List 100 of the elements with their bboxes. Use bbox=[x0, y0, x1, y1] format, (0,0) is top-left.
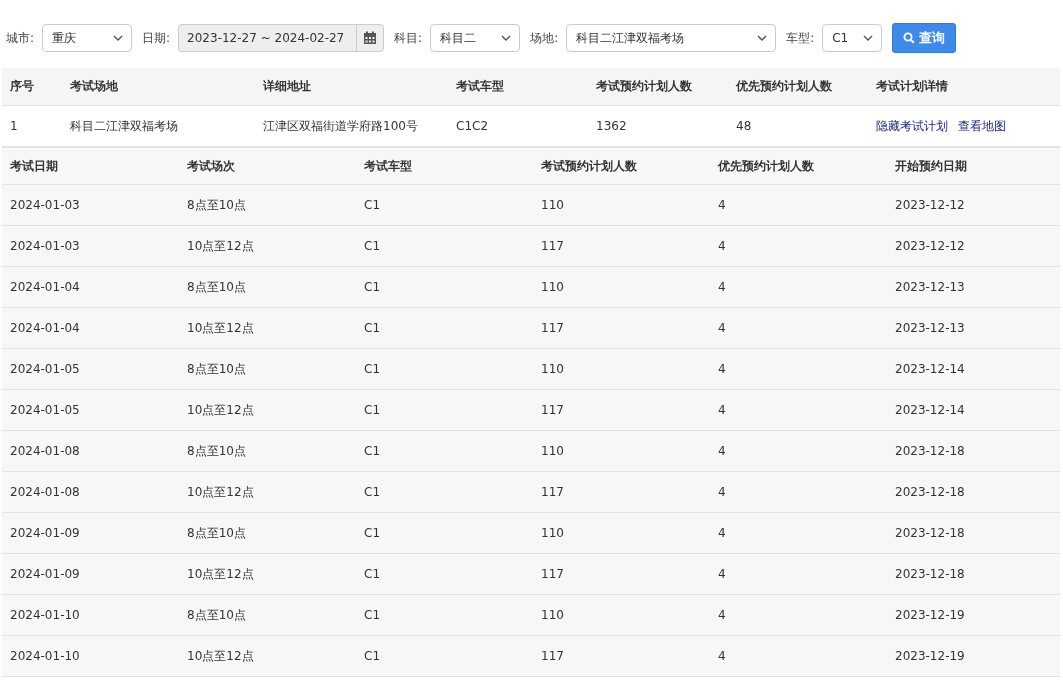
table-cell-text: 1 bbox=[9, 119, 19, 133]
table-cell-text: 117 bbox=[540, 321, 565, 335]
column-header: 序号 bbox=[9, 78, 35, 95]
table-link[interactable]: 隐藏考试计划 bbox=[876, 117, 948, 135]
table-cell-text: C1 bbox=[363, 649, 381, 663]
table-cell-text: 110 bbox=[540, 608, 565, 622]
column-header: 考试车型 bbox=[363, 157, 413, 175]
filter-label: 场地: bbox=[530, 29, 559, 47]
table-cell-text: 2023-12-18 bbox=[894, 444, 966, 458]
table-cell-text: 2024-01-09 bbox=[9, 567, 81, 581]
table-cell-text: 10点至12点 bbox=[186, 401, 255, 419]
table-cell-text: 2024-01-05 bbox=[9, 362, 81, 376]
table-cell-text: C1 bbox=[363, 485, 381, 499]
table-link[interactable]: 查看地图 bbox=[958, 117, 1006, 135]
column-header: 优先预约计划人数 bbox=[734, 78, 833, 95]
table-cell-text: C1 bbox=[363, 280, 381, 294]
table-cell-text: 4 bbox=[717, 485, 727, 499]
table-cell-text: 2023-12-12 bbox=[894, 198, 966, 212]
table-cell-text: 2023-12-19 bbox=[894, 649, 966, 663]
table-cell-text: 8点至10点 bbox=[186, 278, 247, 296]
table-cell-text: 8点至10点 bbox=[186, 196, 247, 214]
table-cell-text: 8点至10点 bbox=[186, 606, 247, 624]
table-cell-text: 117 bbox=[540, 485, 565, 499]
table-cell-text: 2024-01-10 bbox=[9, 608, 81, 622]
table-cell-text: C1 bbox=[363, 567, 381, 581]
dropdown[interactable]: 科目二江津双福考场 bbox=[566, 24, 777, 52]
table-cell-text: 2024-01-09 bbox=[9, 526, 81, 540]
table-cell-text: 2023-12-13 bbox=[894, 280, 966, 294]
column-header: 开始预约日期 bbox=[894, 157, 968, 175]
column-header: 考试日期 bbox=[9, 157, 59, 175]
column-header: 考试计划详情 bbox=[875, 78, 949, 95]
table-cell-text: 8点至10点 bbox=[186, 442, 247, 460]
date-range-field[interactable]: 2023-12-27 ~ 2024-02-27 bbox=[178, 24, 385, 52]
table-cell-text: 10点至12点 bbox=[186, 647, 255, 665]
table-cell-text: 4 bbox=[717, 403, 727, 417]
table-cell-text: 117 bbox=[540, 403, 565, 417]
table-cell-text: 10点至12点 bbox=[186, 237, 255, 255]
dropdown[interactable]: 重庆 bbox=[42, 24, 133, 52]
table-cell-text: C1 bbox=[363, 239, 381, 253]
table-cell-text: C1C2 bbox=[455, 119, 490, 133]
table-cell-text: C1 bbox=[363, 403, 381, 417]
table-cell-text: 117 bbox=[540, 649, 565, 663]
table-cell-text: 10点至12点 bbox=[186, 565, 255, 583]
table-cell-text: 117 bbox=[540, 239, 565, 253]
table-cell-text: 2023-12-13 bbox=[894, 321, 966, 335]
column-header: 优先预约计划人数 bbox=[716, 157, 815, 175]
dropdown[interactable]: C1 bbox=[822, 24, 883, 52]
table-cell-text: 2023-12-14 bbox=[894, 403, 966, 417]
table-cell-text: 2024-01-08 bbox=[9, 485, 81, 499]
table-cell-text: C1 bbox=[363, 444, 381, 458]
column-header: 考试场地 bbox=[69, 78, 119, 95]
table-cell-text: 110 bbox=[540, 526, 565, 540]
table-cell-text: 48 bbox=[735, 119, 753, 133]
table-cell-text: 4 bbox=[717, 649, 727, 663]
column-header: 考试预约计划人数 bbox=[595, 78, 693, 95]
filter-label: 车型: bbox=[786, 29, 815, 47]
table-cell-text: 2024-01-03 bbox=[9, 239, 81, 253]
table-cell-text: 4 bbox=[717, 608, 727, 622]
filter-label: 科目: bbox=[394, 29, 423, 47]
table-cell-text: 2023-12-12 bbox=[894, 239, 966, 253]
table-cell-text: 2023-12-14 bbox=[894, 362, 966, 376]
table-cell-text: 4 bbox=[717, 239, 727, 253]
table-cell-text: 2024-01-05 bbox=[9, 403, 81, 417]
dropdown[interactable]: 科目二 bbox=[430, 24, 521, 52]
column-header: 考试预约计划人数 bbox=[540, 157, 638, 175]
table-cell-text: 4 bbox=[717, 362, 727, 376]
table-cell-text: 4 bbox=[717, 567, 727, 581]
table-cell-text: 2023-12-18 bbox=[894, 526, 966, 540]
table-cell-text: C1 bbox=[363, 362, 381, 376]
column-header: 考试车型 bbox=[455, 78, 505, 95]
table-cell-text: C1 bbox=[363, 526, 381, 540]
table-cell-text: 117 bbox=[540, 567, 565, 581]
table-cell-text: 4 bbox=[717, 321, 727, 335]
table-cell-text: 8点至10点 bbox=[186, 524, 247, 542]
table-cell-text: 110 bbox=[540, 198, 565, 212]
table-cell-text: 2024-01-08 bbox=[9, 444, 81, 458]
table-cell-text: 4 bbox=[717, 526, 727, 540]
table-cell-text: 江津区双福街道学府路100号 bbox=[262, 117, 419, 135]
table-cell-text: C1 bbox=[363, 198, 381, 212]
table-cell-text: 2023-12-19 bbox=[894, 608, 966, 622]
column-header: 详细地址 bbox=[262, 78, 312, 95]
table-cell-text: 4 bbox=[717, 198, 727, 212]
table-cell-text: 2024-01-10 bbox=[9, 649, 81, 663]
table-cell-text: 110 bbox=[540, 362, 565, 376]
table-cell-text: 110 bbox=[540, 444, 565, 458]
table-cell-text: 4 bbox=[717, 280, 727, 294]
table-cell-text: 科目二江津双福考场 bbox=[69, 117, 179, 135]
table-cell-text: 1362 bbox=[595, 119, 628, 133]
table-cell-text: 2023-12-18 bbox=[894, 567, 966, 581]
table-cell-text: C1 bbox=[363, 321, 381, 335]
filter-label: 日期: bbox=[142, 29, 171, 47]
table-cell-text: 10点至12点 bbox=[186, 483, 255, 501]
table-cell-text: 2024-01-04 bbox=[9, 280, 81, 294]
table-cell-text: 4 bbox=[717, 444, 727, 458]
filter-label: 城市: bbox=[6, 29, 35, 47]
table-cell-text: 110 bbox=[540, 280, 565, 294]
table-cell-text: 2024-01-04 bbox=[9, 321, 81, 335]
table-cell-text: 2023-12-18 bbox=[894, 485, 966, 499]
column-header: 考试场次 bbox=[186, 157, 236, 175]
table-cell-text: 10点至12点 bbox=[186, 319, 255, 337]
